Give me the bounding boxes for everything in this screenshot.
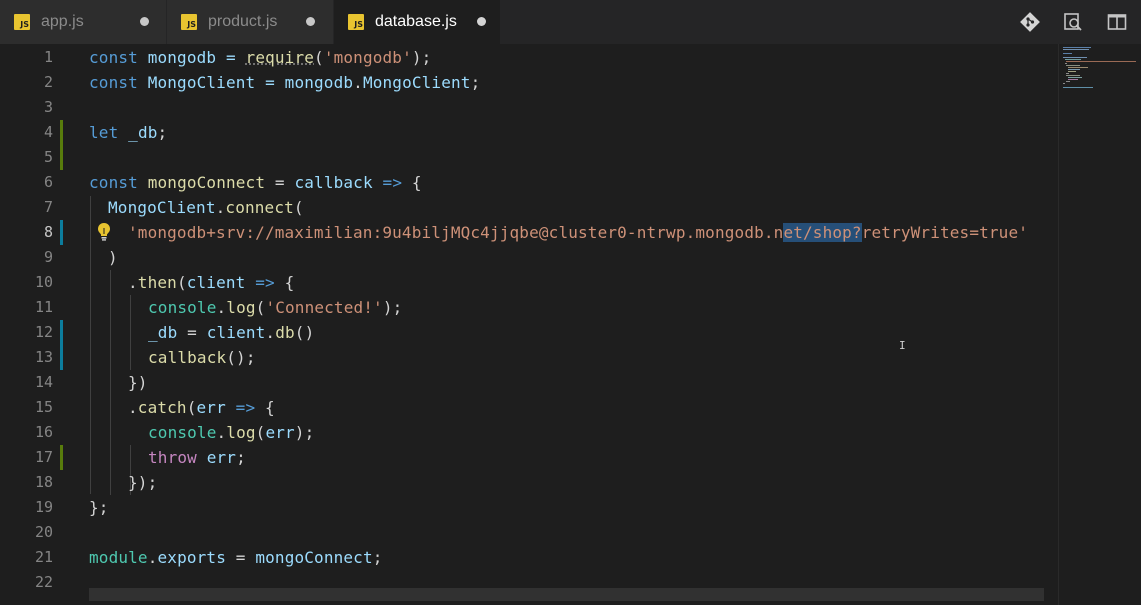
unsaved-dot-icon[interactable] [306, 17, 315, 26]
code-line[interactable]: let _db; [89, 120, 167, 145]
minimap-line [1066, 81, 1070, 82]
open-preview-icon[interactable] [1061, 10, 1085, 34]
code-line[interactable]: throw err; [148, 445, 246, 470]
code-line[interactable]: console.log(err); [148, 420, 314, 445]
code-line[interactable]: _db = client.db() [148, 320, 314, 345]
code-line[interactable]: }) [128, 370, 148, 395]
code-line[interactable]: 'mongodb+srv://maximilian:9u4biljMQc4jjq… [128, 220, 1028, 245]
code-line[interactable]: ) [108, 245, 118, 270]
indent-guide [130, 295, 131, 370]
minimap-line [1063, 53, 1072, 54]
code-line[interactable]: .catch(err => { [128, 395, 275, 420]
minimap-line [1063, 87, 1093, 88]
minimap-line [1063, 47, 1091, 48]
unsaved-dot-icon[interactable] [477, 17, 486, 26]
line-number: 3 [0, 95, 53, 120]
minimap-line [1068, 77, 1082, 78]
line-number: 22 [0, 570, 53, 595]
line-number: 5 [0, 145, 53, 170]
minimap-line [1065, 63, 1067, 64]
horizontal-scrollbar[interactable] [89, 588, 1044, 601]
code-line[interactable]: }; [89, 495, 109, 520]
line-number: 12 [0, 320, 53, 345]
line-number: 7 [0, 195, 53, 220]
javascript-file-icon: JS [348, 14, 364, 30]
git-compare-icon[interactable] [1018, 10, 1042, 34]
code-line[interactable]: MongoClient.connect( [108, 195, 304, 220]
line-number: 16 [0, 420, 53, 445]
git-modified-marker [60, 220, 63, 245]
unsaved-dot-icon[interactable] [140, 17, 149, 26]
code-line[interactable]: callback(); [148, 345, 256, 370]
code-line[interactable]: const mongoConnect = callback => { [89, 170, 422, 195]
tab-bar: JS app.js JS product.js JS database.js [0, 0, 1141, 44]
git-modified-marker [60, 320, 63, 370]
line-number: 1 [0, 45, 53, 70]
minimap-line [1063, 57, 1087, 58]
tab-app-js[interactable]: JS app.js [0, 0, 166, 44]
git-added-marker [60, 120, 63, 170]
minimap-line [1068, 71, 1076, 72]
minimap-line [1065, 59, 1081, 60]
minimap-line [1066, 65, 1080, 66]
minimap-line [1066, 61, 1136, 62]
indent-guide [110, 270, 111, 420]
line-number: 18 [0, 470, 53, 495]
minimap-line [1068, 69, 1080, 70]
indent-guide [110, 420, 111, 495]
line-number: 20 [0, 520, 53, 545]
line-number: 8 [0, 220, 53, 245]
text-selection: et/shop? [783, 223, 861, 242]
minimap[interactable] [1058, 44, 1141, 605]
line-number: 4 [0, 120, 53, 145]
line-number: 11 [0, 295, 53, 320]
split-editor-icon[interactable] [1105, 10, 1129, 34]
code-line[interactable]: console.log('Connected!'); [148, 295, 402, 320]
line-number: 19 [0, 495, 53, 520]
line-number: 14 [0, 370, 53, 395]
git-added-marker [60, 445, 63, 470]
tab-label: product.js [208, 13, 277, 31]
line-number: 13 [0, 345, 53, 370]
line-number: 17 [0, 445, 53, 470]
text-cursor-icon: I [899, 339, 906, 352]
minimap-line [1063, 83, 1065, 84]
tab-label: database.js [375, 13, 457, 31]
code-line[interactable]: }); [128, 470, 157, 495]
tab-database-js[interactable]: JS database.js [334, 0, 500, 44]
code-line[interactable]: .then(client => { [128, 270, 294, 295]
line-number: 2 [0, 70, 53, 95]
tab-label: app.js [41, 13, 84, 31]
javascript-file-icon: JS [181, 14, 197, 30]
line-number: 10 [0, 270, 53, 295]
line-number: 15 [0, 395, 53, 420]
code-line[interactable]: const MongoClient = mongodb.MongoClient; [89, 70, 480, 95]
minimap-line [1066, 73, 1069, 74]
indent-guide [90, 196, 91, 494]
code-line[interactable]: module.exports = mongoConnect; [89, 545, 383, 570]
line-number: 6 [0, 170, 53, 195]
javascript-file-icon: JS [14, 14, 30, 30]
code-line[interactable]: const mongodb = require('mongodb'); [89, 45, 431, 70]
tab-product-js[interactable]: JS product.js [167, 0, 333, 44]
minimap-line [1068, 67, 1088, 68]
line-number: 21 [0, 545, 53, 570]
code-editor[interactable]: 1 2 3 4 5 6 7 8 9 10 11 12 13 14 15 16 1… [0, 44, 1141, 605]
minimap-line [1068, 79, 1078, 80]
minimap-line [1063, 49, 1089, 50]
lightbulb-icon[interactable] [96, 222, 112, 247]
line-number: 9 [0, 245, 53, 270]
minimap-line [1066, 75, 1080, 76]
